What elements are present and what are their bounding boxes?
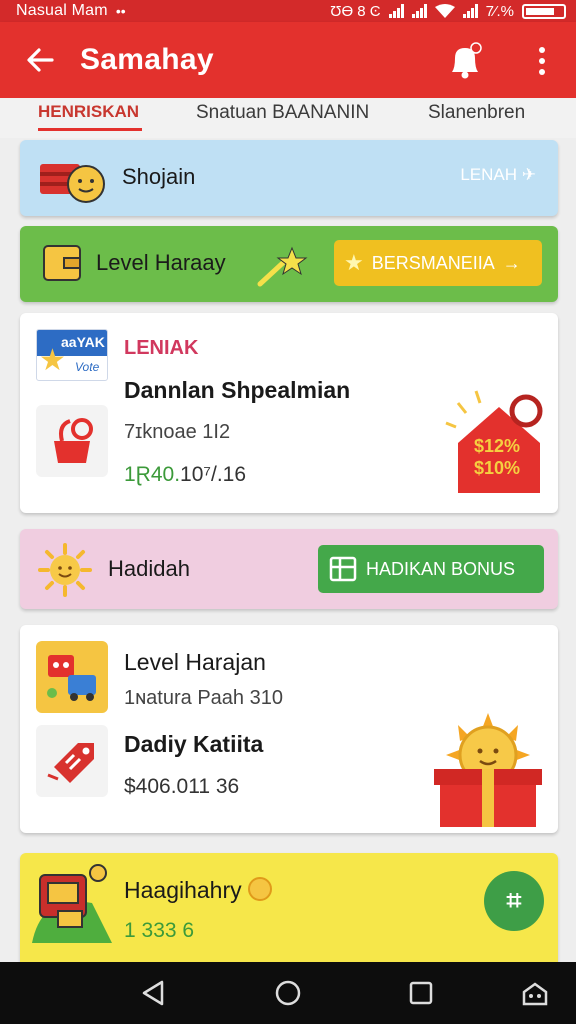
signal-icon — [462, 4, 478, 18]
sale-text: $12% $10% — [474, 436, 521, 478]
nav-recents-icon[interactable] — [406, 978, 436, 1008]
slot-machine-icon — [32, 864, 112, 943]
status-icons: ƱƟ 8 Ͼ 7⁄.% — [330, 3, 566, 20]
more-vert-icon[interactable] — [530, 44, 554, 78]
page-title: Samahay — [80, 43, 214, 76]
carrier-name: Nasual Mam — [16, 2, 108, 19]
banner-title: Level Haraay — [96, 250, 226, 275]
item-amount: $406.011 36 — [124, 775, 240, 798]
status-bar: Nasual Mam •• ƱƟ 8 Ͼ 7⁄.% — [0, 0, 576, 22]
card-amount: 1Ɽ40.10⁷/.16 — [124, 463, 247, 486]
tab-henriskan[interactable]: HENRISKAN — [38, 102, 139, 122]
signal-icon — [411, 4, 427, 18]
haagihahry-card[interactable]: Haagihahry 1 333 6 ⌗ — [20, 853, 558, 973]
signal-icon — [388, 4, 404, 18]
voucher-icon — [329, 556, 357, 582]
vote-badge: aaYAK Vote ★ — [36, 329, 108, 381]
wifi-icon — [434, 4, 455, 18]
hadidah-banner: Hadidah HADIKAN BONUS — [20, 529, 558, 609]
gift-coin-icon — [40, 164, 105, 203]
smile-icon — [248, 877, 273, 901]
app-bar: Samahay — [0, 22, 576, 98]
card-subtitle: 1ɴatura Paah 310 — [124, 687, 283, 709]
tab-bar: HENRISKAN Snatuan BAANANIN Slanenbren — [0, 98, 576, 138]
product-thumbnail — [36, 405, 108, 477]
bersmaneiia-button[interactable]: ★ BERSMANEIIA → — [334, 240, 542, 286]
lenah-link[interactable]: LENAH ✈ — [460, 165, 536, 185]
bell-icon[interactable] — [446, 40, 484, 80]
back-button[interactable] — [0, 22, 80, 98]
tab-slanenbren[interactable]: Slanenbren — [428, 102, 525, 124]
reward-card[interactable]: Level Harajan 1ɴatura Paah 310 Dadiy Kat… — [20, 625, 558, 833]
battery-icon — [522, 3, 566, 19]
hadikan-bonus-button[interactable]: HADIKAN BONUS — [318, 545, 544, 593]
card-amount: 1 333 6 — [124, 919, 195, 942]
active-tab-indicator — [38, 128, 142, 131]
nav-assist-icon[interactable] — [520, 978, 550, 1008]
banner-title: Shojain — [122, 164, 196, 189]
chat-bubble-icon[interactable]: ⌗ — [484, 871, 544, 931]
arrow-left-icon — [27, 48, 54, 72]
nav-back-icon[interactable] — [138, 978, 168, 1008]
robot-toy-icon — [47, 655, 96, 701]
item-title: Dadiy Katiita — [124, 731, 264, 757]
sun-icon — [38, 543, 92, 597]
basket-icon — [54, 418, 93, 463]
shojain-banner[interactable]: Shojain LENAH ✈ — [20, 140, 558, 216]
star-icon: ★ — [39, 344, 66, 377]
chevron-right-icon: ✈ — [521, 165, 536, 184]
battery-percent: 7⁄.% — [485, 2, 514, 20]
tab-snatuan[interactable]: Snatuan BAANANIN — [196, 102, 369, 124]
level-thumbnail — [36, 641, 108, 713]
card-title: Dannlan Shpealmian — [124, 377, 351, 403]
shooting-star-icon — [257, 246, 308, 287]
nav-home-icon[interactable] — [273, 978, 303, 1008]
card-title: Level Harajan — [124, 649, 266, 675]
status-app-icons: ƱƟ 8 Ͼ — [330, 2, 381, 20]
notification-dots: •• — [115, 3, 126, 19]
price-tag-icon — [47, 743, 94, 783]
wallet-icon — [43, 245, 81, 281]
card-tag: LENIAK — [124, 337, 199, 359]
card-title: Haagihahry — [124, 877, 273, 904]
product-card[interactable]: aaYAK Vote ★ LENIAK Dannlan Shpealmian 7… — [20, 313, 558, 513]
star-icon: ★ — [344, 250, 364, 275]
card-subtitle: 7ɪknoae 1I2 — [124, 421, 231, 443]
gift-box-sun-icon — [434, 713, 542, 827]
level-haraay-banner: Level Haraay ★ BERSMANEIIA → — [20, 226, 558, 302]
banner-title: Hadidah — [108, 556, 190, 581]
system-nav-bar — [0, 962, 576, 1024]
item-thumbnail — [36, 725, 108, 797]
sale-tag-icon: $12% $10% — [444, 385, 554, 497]
arrow-right-icon: → — [502, 252, 521, 273]
